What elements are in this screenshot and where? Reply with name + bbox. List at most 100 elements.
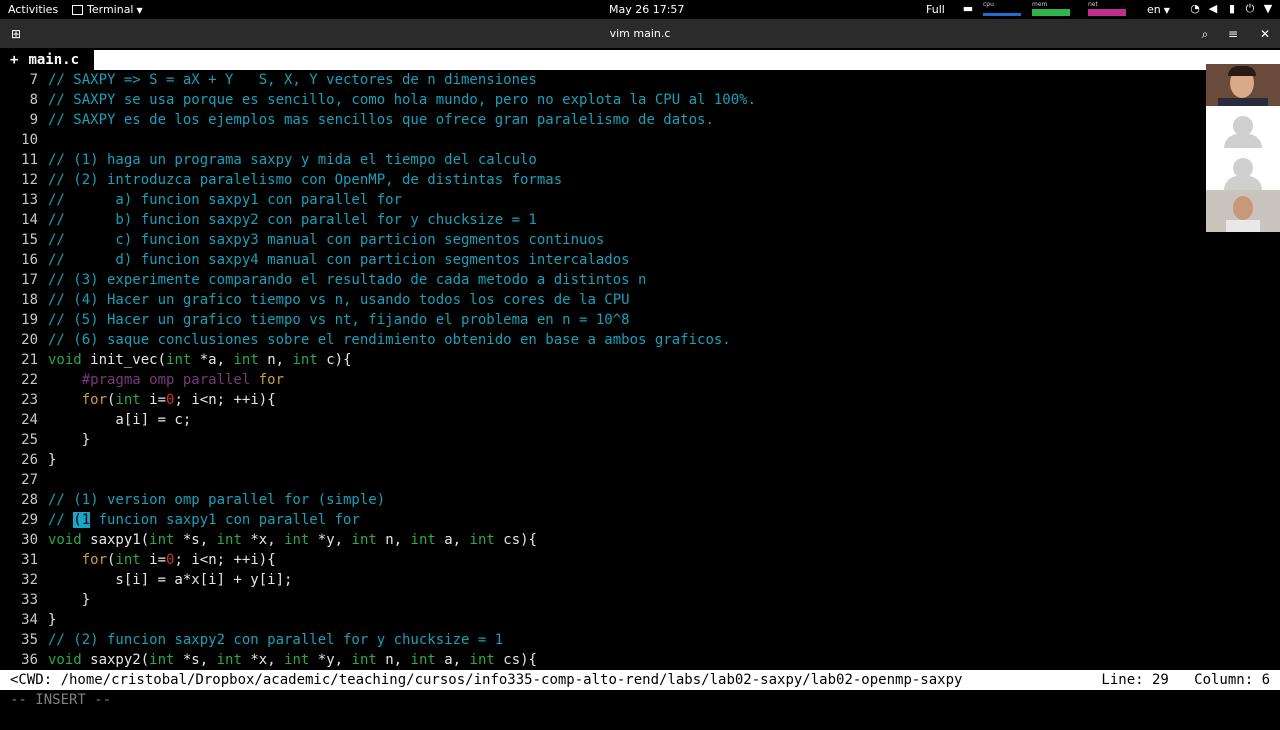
- line-number: 29: [21, 512, 38, 528]
- line-number: 18: [21, 292, 38, 308]
- participant-hair: [1228, 66, 1256, 76]
- message-icon[interactable]: ▬: [962, 3, 974, 15]
- code-token: // (4) Hacer un grafico tiempo vs n, usa…: [48, 292, 630, 308]
- mem-graph[interactable]: mem: [1032, 1, 1070, 16]
- line-number: 22: [21, 372, 38, 388]
- window-title: vim main.c: [609, 27, 671, 40]
- code-line[interactable]: 36 void saxpy2(int *s, int *x, int *y, in…: [0, 650, 537, 670]
- code-line[interactable]: 15 // c) funcion saxpy3 manual con partic…: [0, 230, 604, 250]
- code-token: int: [469, 532, 495, 548]
- net-graph[interactable]: net: [1088, 1, 1126, 16]
- code-token: *y,: [309, 532, 352, 548]
- code-line[interactable]: 21 void init_vec(int *a, int n, int c){: [0, 350, 352, 370]
- code-line[interactable]: 7 // SAXPY => S = aX + Y S, X, Y vectores…: [0, 70, 537, 90]
- code-line[interactable]: 34}: [0, 610, 56, 630]
- activities-button[interactable]: Activities: [8, 3, 58, 16]
- code-token: int: [284, 652, 310, 668]
- code-line[interactable]: 23 for(int i=0; i<n; ++i){: [0, 390, 276, 410]
- line-number: 13: [21, 192, 38, 208]
- code-token: // (2) introduzca paralelismo con OpenMP…: [48, 172, 563, 188]
- code-token: int: [216, 652, 242, 668]
- code-line[interactable]: 18 // (4) Hacer un grafico tiempo vs n, u…: [0, 290, 630, 310]
- code-line[interactable]: 9 // SAXPY es de los ejemplos mas sencill…: [0, 110, 714, 130]
- participant-video[interactable]: [1206, 190, 1280, 232]
- code-line[interactable]: 8 // SAXPY se usa porque es sencillo, com…: [0, 90, 756, 110]
- terminal-title-bar: ⊞ vim main.c ⌕ ≡ ✕: [0, 19, 1280, 48]
- participant-avatar[interactable]: [1206, 106, 1280, 148]
- code-line[interactable]: 19 // (5) Hacer un grafico tiempo vs nt, …: [0, 310, 629, 330]
- code-token: // (3) experimente comparando el resulta…: [48, 272, 647, 288]
- power-mode-label[interactable]: Full: [926, 3, 945, 16]
- line-number: 21: [21, 352, 38, 368]
- code-token: a[i] = c;: [48, 412, 192, 428]
- power-icon[interactable]: ⏻: [1244, 3, 1256, 15]
- code-line[interactable]: 24 a[i] = c;: [0, 410, 191, 430]
- line-number: 15: [21, 232, 38, 248]
- code-token: *s,: [174, 532, 217, 548]
- line-number: 20: [21, 332, 38, 348]
- code-token: int: [469, 652, 495, 668]
- code-line[interactable]: 22 #pragma omp parallel for: [0, 370, 284, 390]
- code-line[interactable]: 29 // (1 funcion saxpy1 con parallel for: [0, 510, 360, 530]
- code-line[interactable]: 27: [0, 470, 48, 490]
- code-line[interactable]: 16 // d) funcion saxpy4 manual con partic…: [0, 250, 629, 270]
- wifi-icon[interactable]: ◔: [1189, 3, 1201, 15]
- code-token: a,: [435, 532, 470, 548]
- code-token: funcion saxpy1 con parallel for: [90, 512, 360, 528]
- code-token: i=: [140, 392, 167, 408]
- code-line[interactable]: 35 // (2) funcion saxpy2 con parallel for…: [0, 630, 503, 650]
- line-number: 36: [21, 652, 38, 668]
- code-token: }: [48, 612, 57, 628]
- graph-fill: [983, 13, 1021, 16]
- app-menu[interactable]: Terminal ▼: [72, 3, 143, 17]
- cpu-graph[interactable]: cpu: [983, 1, 1021, 16]
- tab-label: main.c: [28, 52, 80, 68]
- code-line[interactable]: 26}: [0, 450, 56, 470]
- chevron-down-icon[interactable]: ▼: [1262, 3, 1274, 15]
- volume-icon[interactable]: ◀: [1207, 3, 1219, 15]
- graph-label: cpu: [983, 1, 994, 8]
- code-line[interactable]: 33 }: [0, 590, 90, 610]
- chevron-down-icon: ▼: [1163, 6, 1170, 15]
- code-token: n,: [376, 532, 411, 548]
- clock[interactable]: May 26 17:57: [609, 3, 684, 16]
- code-line[interactable]: 10: [0, 130, 48, 150]
- mode-indicator: -- INSERT --: [10, 692, 112, 708]
- code-token: cs){: [494, 652, 537, 668]
- graph-label: mem: [1032, 1, 1048, 8]
- code-token: ; i<n; ++i){: [174, 392, 276, 408]
- code-line[interactable]: 12 // (2) introduzca paralelismo con Open…: [0, 170, 562, 190]
- code-line[interactable]: 14 // b) funcion saxpy2 con parallel for …: [0, 210, 537, 230]
- search-icon[interactable]: ⌕: [1197, 26, 1213, 42]
- code-token: init_vec(: [81, 352, 167, 368]
- code-token: }: [48, 452, 57, 468]
- battery-icon[interactable]: ▮: [1226, 3, 1238, 15]
- code-line[interactable]: 30 void saxpy1(int *s, int *x, int *y, in…: [0, 530, 537, 550]
- code-token: #pragma omp parallel: [81, 372, 251, 388]
- code-line[interactable]: 13 // a) funcion saxpy1 con parallel for: [0, 190, 402, 210]
- code-token: // SAXPY es de los ejemplos mas sencillo…: [48, 112, 714, 128]
- code-line[interactable]: 20 // (6) saque conclusiones sobre el ren…: [0, 330, 731, 350]
- participant-face: [1233, 196, 1253, 220]
- code-token: int: [351, 532, 377, 548]
- code-token: // (6) saque conclusiones sobre el rendi…: [48, 332, 731, 348]
- code-token: c){: [317, 352, 352, 368]
- code-token: int: [115, 552, 141, 568]
- code-line[interactable]: 32 s[i] = a*x[i] + y[i];: [0, 570, 292, 590]
- code-token: void: [48, 532, 82, 548]
- close-icon[interactable]: ✕: [1257, 26, 1273, 42]
- language-selector[interactable]: en ▼: [1147, 3, 1170, 17]
- code-line[interactable]: 31 for(int i=0; i<n; ++i){: [0, 550, 276, 570]
- line-number: 9: [29, 112, 38, 128]
- tab-main-c[interactable]: + main.c: [0, 50, 94, 70]
- menu-icon[interactable]: ≡: [1225, 26, 1241, 42]
- code-line[interactable]: 11 // (1) haga un programa saxpy y mida e…: [0, 150, 537, 170]
- participant-avatar[interactable]: [1206, 148, 1280, 190]
- participant-video[interactable]: [1206, 64, 1280, 106]
- code-token: // b) funcion saxpy2 con parallel for y …: [48, 212, 537, 228]
- code-token: void: [48, 352, 82, 368]
- code-line[interactable]: 17 // (3) experimente comparando el resul…: [0, 270, 646, 290]
- code-line[interactable]: 28 // (1) version omp parallel for (simpl…: [0, 490, 385, 510]
- code-line[interactable]: 25 }: [0, 430, 90, 450]
- line-number: 17: [21, 272, 38, 288]
